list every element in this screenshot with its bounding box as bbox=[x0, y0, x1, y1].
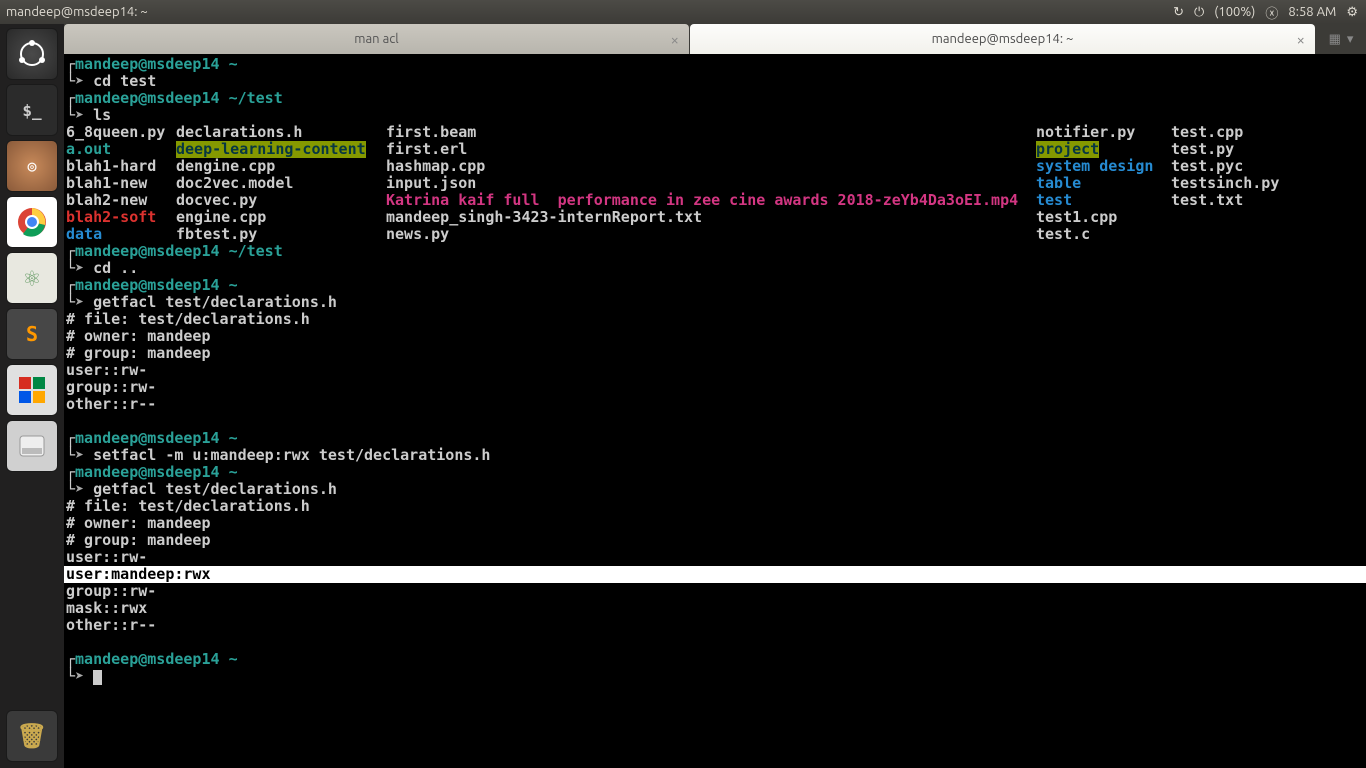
launcher-dock: $_ ◎ ⚛ S 🗑 bbox=[0, 24, 64, 768]
command-line-cursor[interactable]: └➤ bbox=[64, 668, 1366, 685]
ls-row: blah2-softengine.cppmandeep_singh-3423-i… bbox=[64, 209, 1366, 226]
terminal-tabs: man acl × mandeep@msdeep14: ~ × ▦▾ bbox=[64, 24, 1366, 54]
new-tab-icon[interactable]: ▦ bbox=[1329, 32, 1341, 47]
sync-icon[interactable]: ↻ bbox=[1171, 5, 1186, 20]
tab-controls[interactable]: ▦▾ bbox=[1316, 24, 1366, 54]
output-line: # owner: mandeep bbox=[64, 515, 1366, 532]
ls-row: blah1-harddengine.cpphashmap.cppsystem d… bbox=[64, 158, 1366, 175]
topbar-indicators: ↻ ⏻ (100%) ⓧ 8:58 AM ⚙ bbox=[1171, 3, 1360, 22]
output-line: # file: test/declarations.h bbox=[64, 311, 1366, 328]
window-title: mandeep@msdeep14: ~ bbox=[6, 5, 1171, 19]
prompt-line: ┌mandeep@msdeep14 ~ bbox=[64, 464, 1366, 481]
tab-close-icon[interactable]: × bbox=[671, 31, 679, 48]
output-line: # group: mandeep bbox=[64, 345, 1366, 362]
output-line: other::r-- bbox=[64, 617, 1366, 634]
output-line: # owner: mandeep bbox=[64, 328, 1366, 345]
battery-text: (100%) bbox=[1212, 5, 1257, 19]
output-line: group::rw- bbox=[64, 379, 1366, 396]
output-line: group::rw- bbox=[64, 583, 1366, 600]
terminal-view[interactable]: ┌mandeep@msdeep14 ~ └➤ cd test ┌mandeep@… bbox=[64, 54, 1366, 768]
dock-ubuntu-dash[interactable] bbox=[6, 28, 58, 80]
output-line: # file: test/declarations.h bbox=[64, 498, 1366, 515]
command-line: └➤ cd .. bbox=[64, 260, 1366, 277]
dock-sublime[interactable]: S bbox=[6, 308, 58, 360]
tab-man-acl[interactable]: man acl × bbox=[64, 24, 689, 54]
close-indicator-icon[interactable]: ⓧ bbox=[1263, 3, 1280, 22]
command-line: └➤ ls bbox=[64, 107, 1366, 124]
dock-chrome[interactable] bbox=[6, 196, 58, 248]
output-line: mask::rwx bbox=[64, 600, 1366, 617]
clock-text: 8:58 AM bbox=[1286, 5, 1338, 19]
command-line: └➤ getfacl test/declarations.h bbox=[64, 481, 1366, 498]
output-line: other::r-- bbox=[64, 396, 1366, 413]
tab-menu-icon[interactable]: ▾ bbox=[1347, 32, 1354, 47]
command-line: └➤ getfacl test/declarations.h bbox=[64, 294, 1366, 311]
tab-label: man acl bbox=[354, 32, 398, 46]
dock-windows-theme[interactable] bbox=[6, 364, 58, 416]
tab-terminal[interactable]: mandeep@msdeep14: ~ × bbox=[690, 24, 1315, 54]
blank-line bbox=[64, 413, 1366, 430]
prompt-line: ┌mandeep@msdeep14 ~/test bbox=[64, 243, 1366, 260]
power-icon[interactable]: ⏻ bbox=[1192, 5, 1206, 20]
dock-atom[interactable]: ⚛ bbox=[6, 252, 58, 304]
system-topbar: mandeep@msdeep14: ~ ↻ ⏻ (100%) ⓧ 8:58 AM… bbox=[0, 0, 1366, 24]
output-line: user::rw- bbox=[64, 362, 1366, 379]
ls-row: blah2-newdocvec.pyKatrina kaif full perf… bbox=[64, 192, 1366, 209]
tab-close-icon[interactable]: × bbox=[1297, 31, 1305, 48]
ls-row: a.outdeep-learning-contentfirst.erlproje… bbox=[64, 141, 1366, 158]
tab-label: mandeep@msdeep14: ~ bbox=[932, 32, 1074, 46]
output-line: # group: mandeep bbox=[64, 532, 1366, 549]
prompt-line: ┌mandeep@msdeep14 ~/test bbox=[64, 90, 1366, 107]
ls-row: datafbtest.pynews.pytest.c bbox=[64, 226, 1366, 243]
prompt-line: ┌mandeep@msdeep14 ~ bbox=[64, 430, 1366, 447]
dock-trash[interactable]: 🗑 bbox=[6, 710, 58, 762]
cursor-block bbox=[93, 670, 102, 685]
output-line: user::rw- bbox=[64, 549, 1366, 566]
session-icon[interactable]: ⚙ bbox=[1344, 5, 1360, 20]
blank-line bbox=[64, 634, 1366, 651]
dock-terminal[interactable]: $_ bbox=[6, 84, 58, 136]
dock-app-brown[interactable]: ◎ bbox=[6, 140, 58, 192]
prompt-line: ┌mandeep@msdeep14 ~ bbox=[64, 56, 1366, 73]
output-line-highlighted: user:mandeep:rwx bbox=[64, 566, 1366, 583]
prompt-line: ┌mandeep@msdeep14 ~ bbox=[64, 651, 1366, 668]
command-line: └➤ cd test bbox=[64, 73, 1366, 90]
prompt-line: ┌mandeep@msdeep14 ~ bbox=[64, 277, 1366, 294]
dock-disk[interactable] bbox=[6, 420, 58, 472]
command-line: └➤ setfacl -m u:mandeep:rwx test/declara… bbox=[64, 447, 1366, 464]
ls-row: 6_8queen.pydeclarations.hfirst.beamnotif… bbox=[64, 124, 1366, 141]
ls-row: blah1-newdoc2vec.modelinput.jsontabletes… bbox=[64, 175, 1366, 192]
